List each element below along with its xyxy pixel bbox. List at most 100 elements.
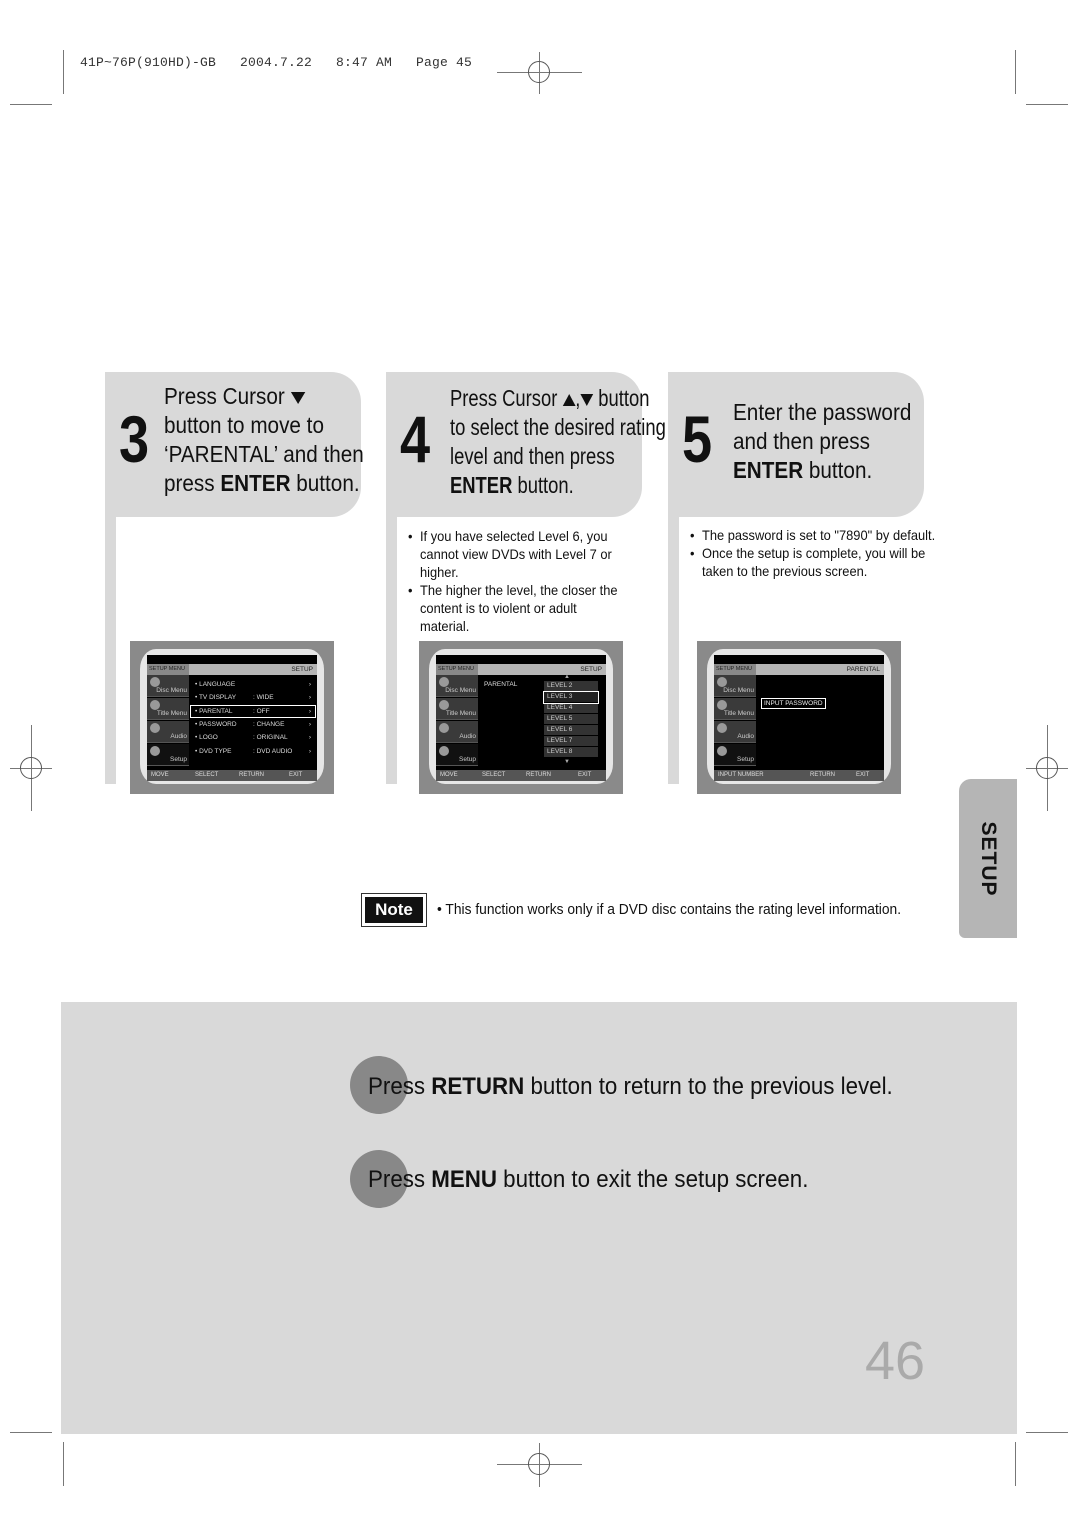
osd-sidebar-setup: Setup [714, 744, 756, 766]
osd-sidebar-label: Setup [737, 756, 754, 763]
osd-sidebar-label: Title Menu [445, 710, 476, 717]
osd-sidebar-label: Audio [737, 733, 754, 740]
osd-footer-exit: EXIT [289, 772, 303, 778]
instruction-text: Press [368, 1166, 432, 1193]
scroll-down-icon: ▼ [564, 759, 570, 765]
step-line: level and then press [450, 443, 615, 469]
osd-sidebar-disc-menu: Disc Menu [147, 675, 189, 697]
level-list: LEVEL 2 LEVEL 3 LEVEL 4 LEVEL 5 LEVEL 6 LEVEL… [543, 681, 599, 758]
osd-row-value: : OFF [253, 707, 270, 715]
osd-sidebar-label: Setup [459, 756, 476, 763]
step-bullets: The password is set to "7890" by default… [690, 526, 938, 580]
osd-footer-return: RETURN [526, 772, 551, 778]
disc-icon [717, 677, 727, 687]
osd-footer-move: MOVE [151, 772, 169, 778]
instruction-return: Press RETURN button to return to the pre… [368, 1073, 893, 1101]
level-option: LEVEL 8 [544, 747, 598, 758]
osd-footer-move: MOVE [440, 772, 458, 778]
step-instruction: Press Cursor button to move to ‘PARENTAL… [164, 382, 364, 498]
menu-keyword: MENU [431, 1166, 497, 1193]
osd-row-password: • PASSWORD: CHANGE › [191, 719, 315, 730]
step-bullets: If you have selected Level 6, you cannot… [408, 527, 629, 635]
step-line: Press Cursor [450, 385, 558, 411]
crop-mark [1015, 50, 1016, 94]
crop-mark [1026, 104, 1068, 105]
level-option: LEVEL 5 [544, 714, 598, 725]
step-line: button. [290, 470, 360, 496]
registration-mark-icon [20, 757, 42, 779]
section-tab-setup: SETUP [959, 779, 1017, 938]
gear-icon [150, 746, 160, 756]
registration-mark-icon [528, 61, 550, 83]
bullet-item: The password is set to "7890" by default… [690, 526, 938, 544]
step-instruction: Enter the password and then press ENTER … [733, 398, 911, 485]
step-line: button [598, 385, 650, 411]
crop-mark [63, 1442, 64, 1486]
osd-sidebar-setup: Setup [147, 744, 189, 766]
osd-row-dvd-type: • DVD TYPE: DVD AUDIO › [191, 746, 315, 757]
title-icon [150, 700, 160, 710]
chevron-right-icon: › [308, 747, 311, 755]
osd-sidebar-label: Title Menu [156, 710, 187, 717]
osd-sidebar-label: Audio [170, 733, 187, 740]
input-password-prompt: INPUT PASSWORD [761, 698, 826, 709]
level-option: LEVEL 2 [544, 681, 598, 692]
enter-keyword: ENTER [733, 457, 804, 483]
chevron-right-icon: › [308, 720, 311, 728]
step-line: button to move to [164, 412, 324, 438]
osd-row-language: • LANGUAGE › [191, 679, 315, 690]
osd-row-key: • DVD TYPE [195, 747, 232, 755]
osd-sidebar: Disc Menu Title Menu Audio Setup [714, 675, 756, 770]
triangle-up-icon [562, 393, 576, 406]
osd-row-value: : ORIGINAL [253, 734, 288, 742]
osd-sidebar-label: Disc Menu [723, 687, 754, 694]
osd-sidebar-label: Disc Menu [445, 687, 476, 694]
level-option: LEVEL 7 [544, 736, 598, 747]
bullet-item: Once the setup is complete, you will be … [690, 544, 938, 580]
osd-footer-select: SELECT [482, 772, 506, 778]
step-line: to select the desired rating [450, 414, 666, 440]
chevron-right-icon: › [308, 681, 311, 688]
osd-row-key: • TV DISPLAY [195, 694, 237, 702]
registration-mark-icon [1036, 757, 1058, 779]
enter-keyword: ENTER [220, 470, 291, 496]
osd-sidebar-disc-menu: Disc Menu [436, 675, 478, 697]
level-option: LEVEL 6 [544, 725, 598, 736]
step-number: 5 [682, 402, 713, 476]
chevron-right-icon: › [308, 694, 311, 702]
osd-footer: MOVE SELECT RETURN EXIT [436, 770, 606, 781]
print-slug: 41P~76P(910HD)-GB 2004.7.22 8:47 AM Page… [80, 55, 473, 70]
osd-row-key: • LOGO [195, 734, 218, 742]
osd-footer-select: SELECT [195, 772, 219, 778]
osd-row-key: PARENTAL [484, 681, 518, 688]
tv-screen: SETUP MENU SETUP Disc Menu Title Menu Au… [436, 655, 606, 781]
speaker-icon [439, 723, 449, 733]
triangle-down-icon [290, 391, 305, 404]
registration-mark-icon [528, 1453, 550, 1475]
crop-mark [10, 104, 52, 105]
triangle-down-icon [580, 393, 594, 406]
osd-row-logo: • LOGO: ORIGINAL › [191, 732, 315, 743]
osd-footer-exit: EXIT [578, 772, 592, 778]
osd-header: SETUP MENU PARENTAL [714, 664, 884, 675]
enter-keyword: ENTER [450, 472, 513, 498]
section-tab-label: SETUP [977, 820, 1000, 897]
osd-screen-parental-level: SETUP MENU SETUP Disc Menu Title Menu Au… [419, 641, 623, 794]
osd-row-tv-display: • TV DISPLAY: WIDE › [191, 692, 315, 703]
speaker-icon [150, 723, 160, 733]
instruction-text: button to exit the setup screen. [496, 1166, 809, 1193]
step-line: Enter the password [733, 399, 912, 425]
level-option: LEVEL 3 [543, 691, 599, 704]
osd-sidebar-label: Disc Menu [156, 687, 187, 694]
osd-sidebar-audio: Audio [147, 721, 189, 743]
osd-header-right: SETUP [580, 666, 602, 673]
osd-sidebar: Disc Menu Title Menu Audio Setup [147, 675, 189, 770]
osd-footer-return: RETURN [239, 772, 264, 778]
title-icon [439, 700, 449, 710]
instruction-text: Press [368, 1073, 432, 1100]
step-line: and then press [733, 428, 870, 454]
note-text: • This function works only if a DVD disc… [437, 901, 902, 918]
chevron-right-icon: › [308, 707, 311, 715]
crop-mark [10, 1432, 52, 1433]
step-line: button. [803, 457, 873, 483]
